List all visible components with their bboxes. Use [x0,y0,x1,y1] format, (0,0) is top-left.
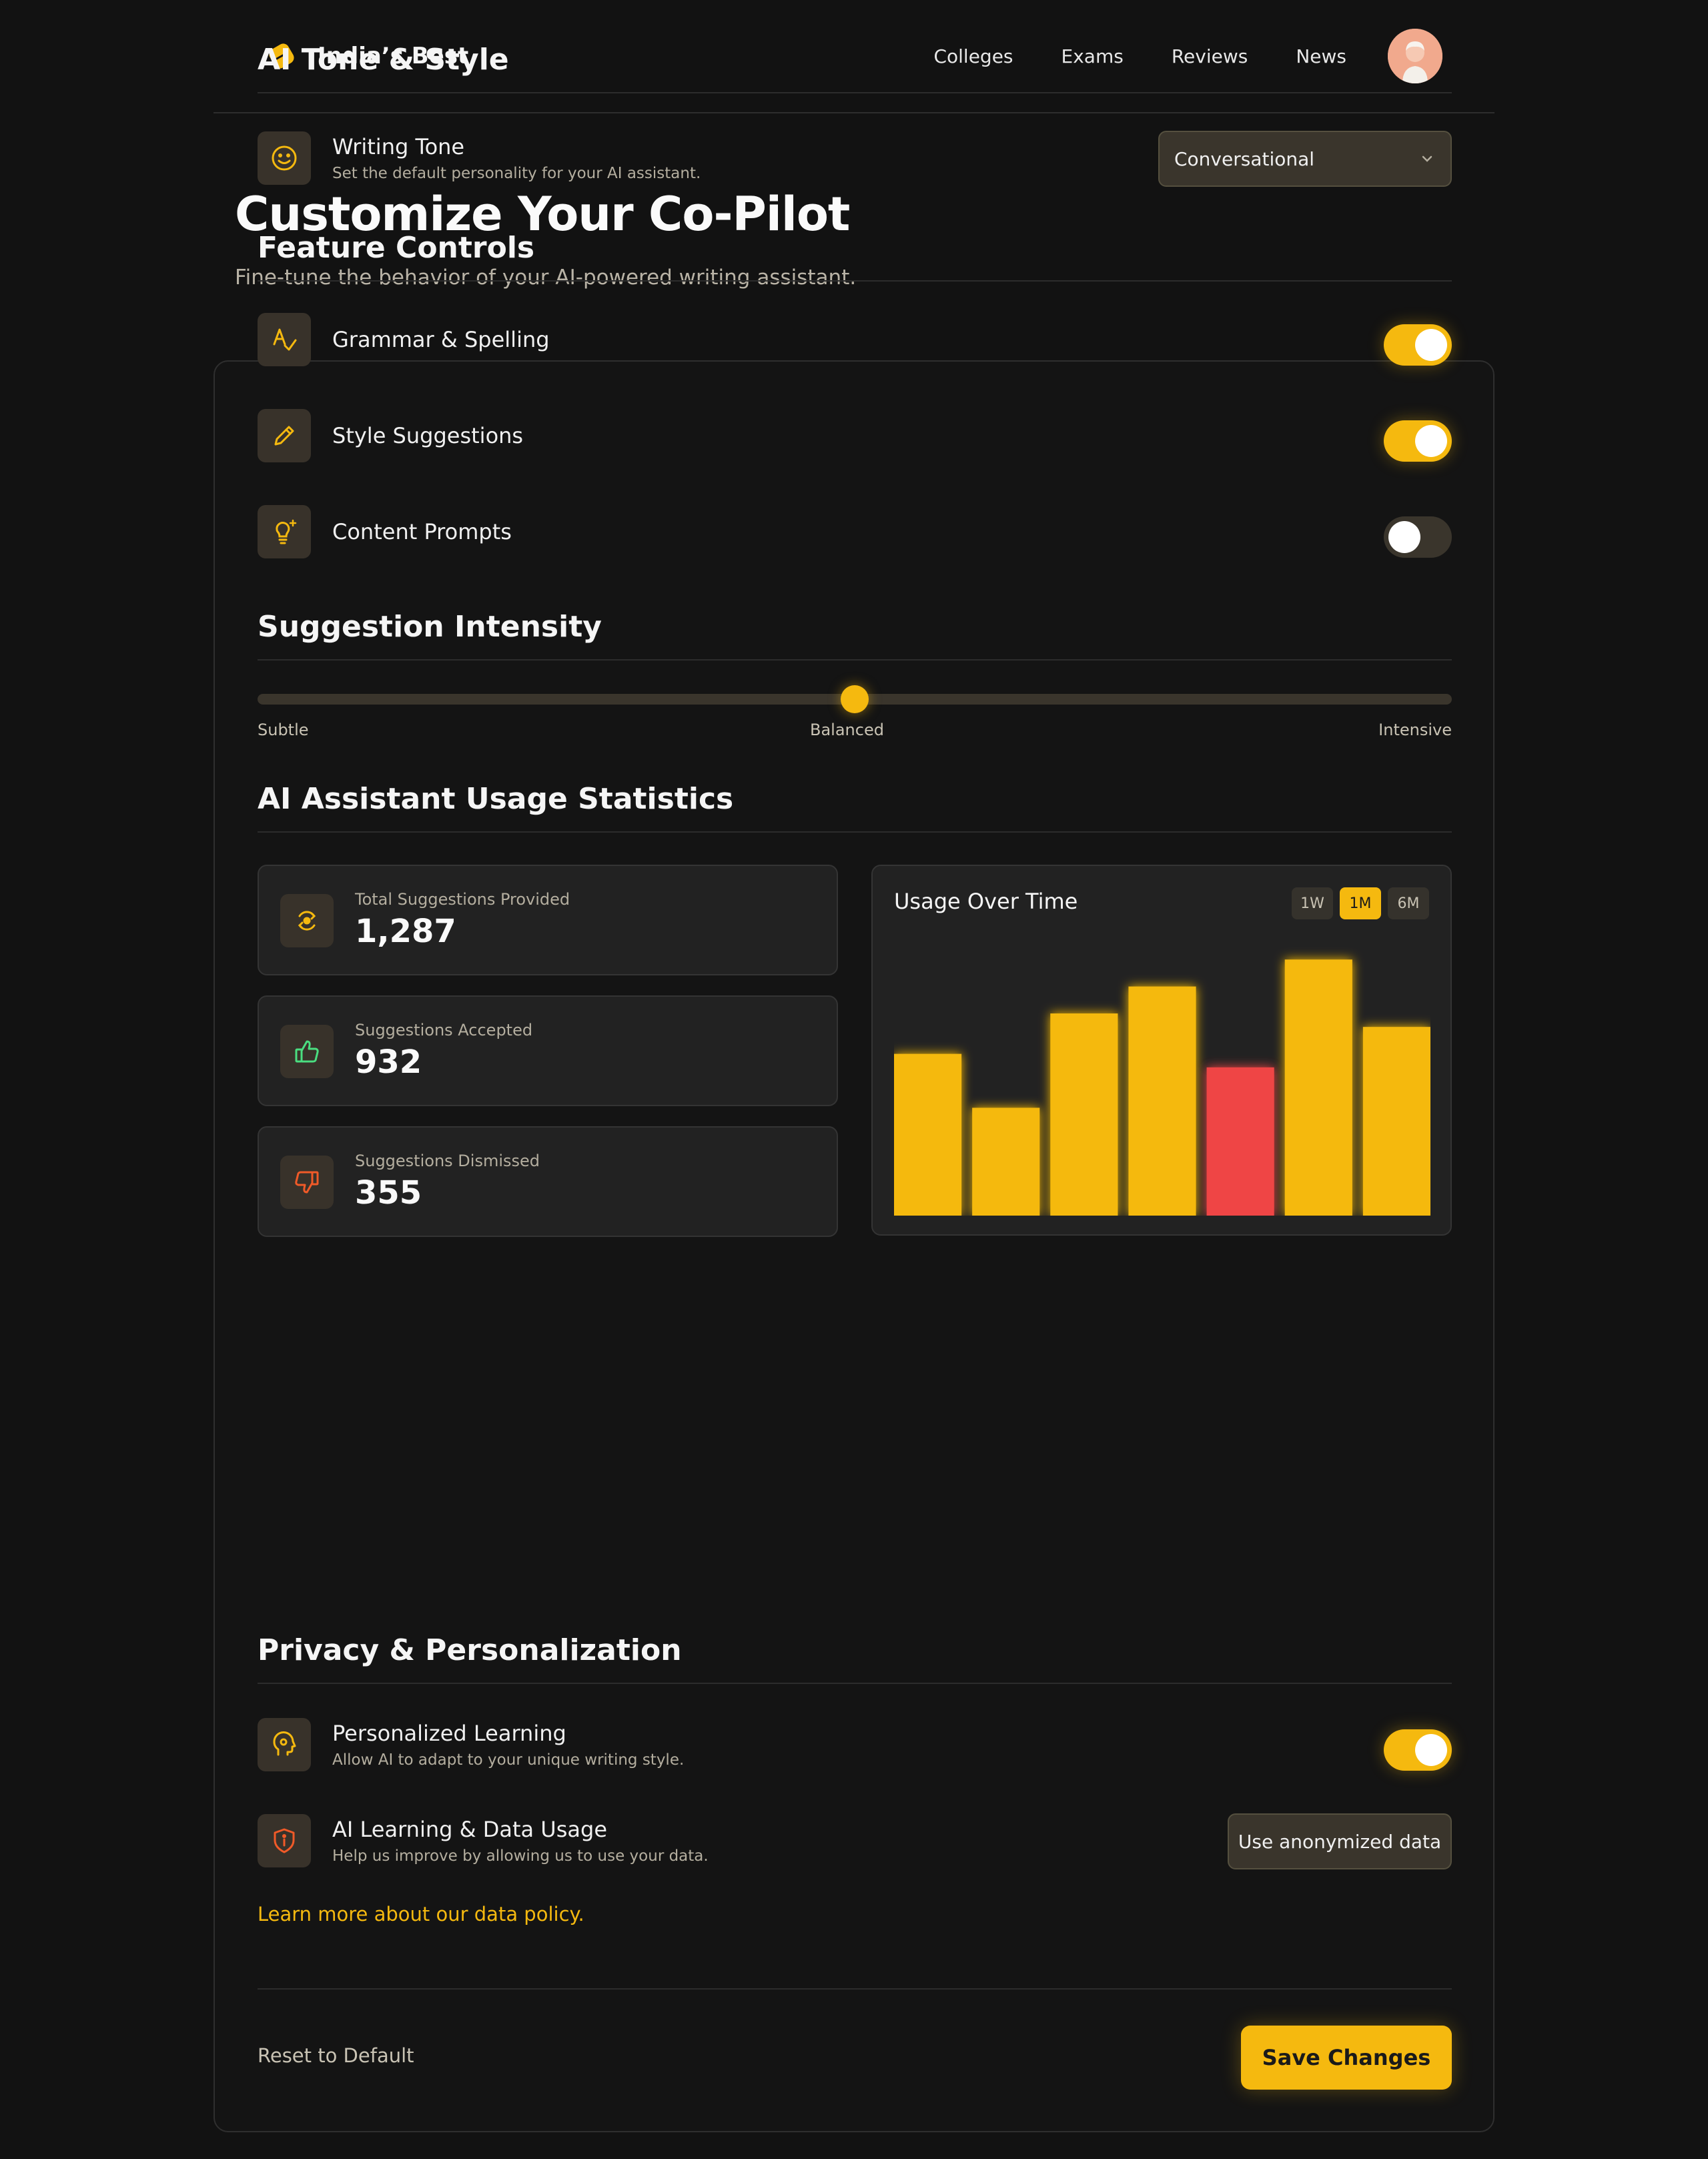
divider [258,280,1452,282]
data-usage-icon-box [258,1814,311,1867]
section-title-features: Feature Controls [258,231,535,265]
chart-bar-2 [972,1108,1040,1216]
chart-title: Usage Over Time [894,889,1078,914]
writing-tone-label: Writing Tone [332,134,465,159]
thumbs-down-icon [295,1171,319,1194]
stat-value-accepted: 932 [355,1043,422,1081]
settings-content: AI Tone & Style Writing Tone Set the def… [258,43,1452,2134]
section-title-intensity: Suggestion Intensity [258,610,602,644]
writing-tone-text: Writing Tone Set the default personality… [332,134,701,182]
accepted-icon-box [280,1025,334,1078]
stat-label-dismissed: Suggestions Dismissed [355,1152,540,1170]
feature-row-grammar: Grammar & Spelling [258,312,1452,367]
settings-card: AI Tone & Style Writing Tone Set the def… [214,43,1494,2134]
range-button-1w[interactable]: 1W [1292,887,1333,919]
divider [258,659,1452,661]
data-usage-label: AI Learning & Data Usage [332,1817,607,1842]
range-button-1m[interactable]: 1M [1340,887,1381,919]
section-title-tone: AI Tone & Style [258,43,509,77]
grammar-toggle[interactable] [1384,324,1452,366]
refresh-cycle-icon [298,911,316,931]
use-anonymized-data-button[interactable]: Use anonymized data [1228,1813,1452,1869]
feature-label-prompts: Content Prompts [332,519,512,544]
personalized-description: Allow AI to adapt to your unique writing… [332,1751,685,1769]
chevron-down-icon [1422,155,1432,162]
personalized-learning-row: Personalized Learning Allow AI to adapt … [258,1717,1452,1772]
chart-bar-6 [1284,959,1352,1216]
chart-bar-3 [1050,1013,1118,1216]
section-title-stats: AI Assistant Usage Statistics [258,782,734,816]
prompts-icon-box [258,505,311,558]
stat-value-total: 1,287 [355,913,456,950]
spellcheck-icon [273,328,297,351]
reset-button[interactable]: Reset to Default [258,2044,414,2067]
nav-link-reviews[interactable]: Reviews [1172,45,1248,67]
data-usage-row: AI Learning & Data Usage Help us improve… [258,1813,1452,1869]
stat-card-total: Total Suggestions Provided 1,287 [258,865,838,975]
nav-link-exams[interactable]: Exams [1061,45,1124,67]
personalized-icon-box [258,1718,311,1771]
usage-chart-card: Usage Over Time 1W 1M 6M [871,865,1452,1236]
shield-info-icon [274,1828,295,1853]
intensity-label-intensive: Intensive [1378,721,1452,739]
avatar[interactable] [1388,29,1442,83]
page-subtitle: Fine-tune the behavior of your AI-powere… [235,266,857,290]
prompts-toggle[interactable] [1384,516,1452,558]
stat-value-dismissed: 355 [355,1174,422,1212]
grammar-icon-box [258,313,311,366]
chart-bar-7 [1362,1027,1430,1216]
feature-row-prompts: Content Prompts [258,504,1452,559]
feature-row-style: Style Suggestions [258,408,1452,463]
intensity-label-balanced: Balanced [810,721,884,739]
intensity-label-subtle: Subtle [258,721,309,739]
intensity-slider-thumb[interactable] [841,685,869,713]
brain-head-icon [273,1731,296,1756]
nav-link-news[interactable]: News [1296,45,1346,67]
divider [258,92,1452,93]
total-icon-box [280,894,334,947]
divider [258,831,1452,833]
style-toggle[interactable] [1384,420,1452,462]
data-usage-description: Help us improve by allowing us to use yo… [332,1847,709,1865]
range-button-6m[interactable]: 6M [1388,887,1429,919]
feature-label-grammar: Grammar & Spelling [332,327,550,352]
usage-bar-chart [894,959,1430,1216]
dismissed-icon-box [280,1156,334,1209]
feature-label-style: Style Suggestions [332,423,524,448]
lightbulb-sparkle-icon [276,519,297,544]
chart-bar-5 [1206,1067,1274,1216]
style-icon-box [258,409,311,462]
section-title-privacy: Privacy & Personalization [258,1633,682,1667]
stat-label-accepted: Suggestions Accepted [355,1021,533,1039]
save-button[interactable]: Save Changes [1241,2026,1452,2090]
divider [258,1683,1452,1684]
writing-tone-row: Writing Tone Set the default personality… [258,131,1452,187]
thumbs-up-icon [295,1040,319,1063]
stat-card-dismissed: Suggestions Dismissed 355 [258,1126,838,1237]
writing-tone-selected: Conversational [1174,147,1315,170]
nav-links: Colleges Exams Reviews News [933,29,1442,83]
chart-bar-1 [894,1053,962,1216]
user-avatar-icon [1388,29,1442,83]
smiley-icon [272,145,297,171]
writing-tone-select[interactable]: Conversational [1158,131,1452,187]
tone-icon-box [258,131,311,185]
pencil-icon [274,426,294,446]
range-selector: 1W 1M 6M [1292,887,1429,919]
data-policy-link[interactable]: Learn more about our data policy. [258,1903,584,1925]
writing-tone-description: Set the default personality for your AI … [332,165,701,182]
stat-card-accepted: Suggestions Accepted 932 [258,995,838,1106]
personalized-learning-toggle[interactable] [1384,1729,1452,1771]
nav-link-colleges[interactable]: Colleges [933,45,1013,67]
stat-label-total: Total Suggestions Provided [355,890,570,909]
divider [258,1988,1452,1990]
chart-bar-4 [1128,986,1196,1216]
personalized-label: Personalized Learning [332,1721,566,1746]
